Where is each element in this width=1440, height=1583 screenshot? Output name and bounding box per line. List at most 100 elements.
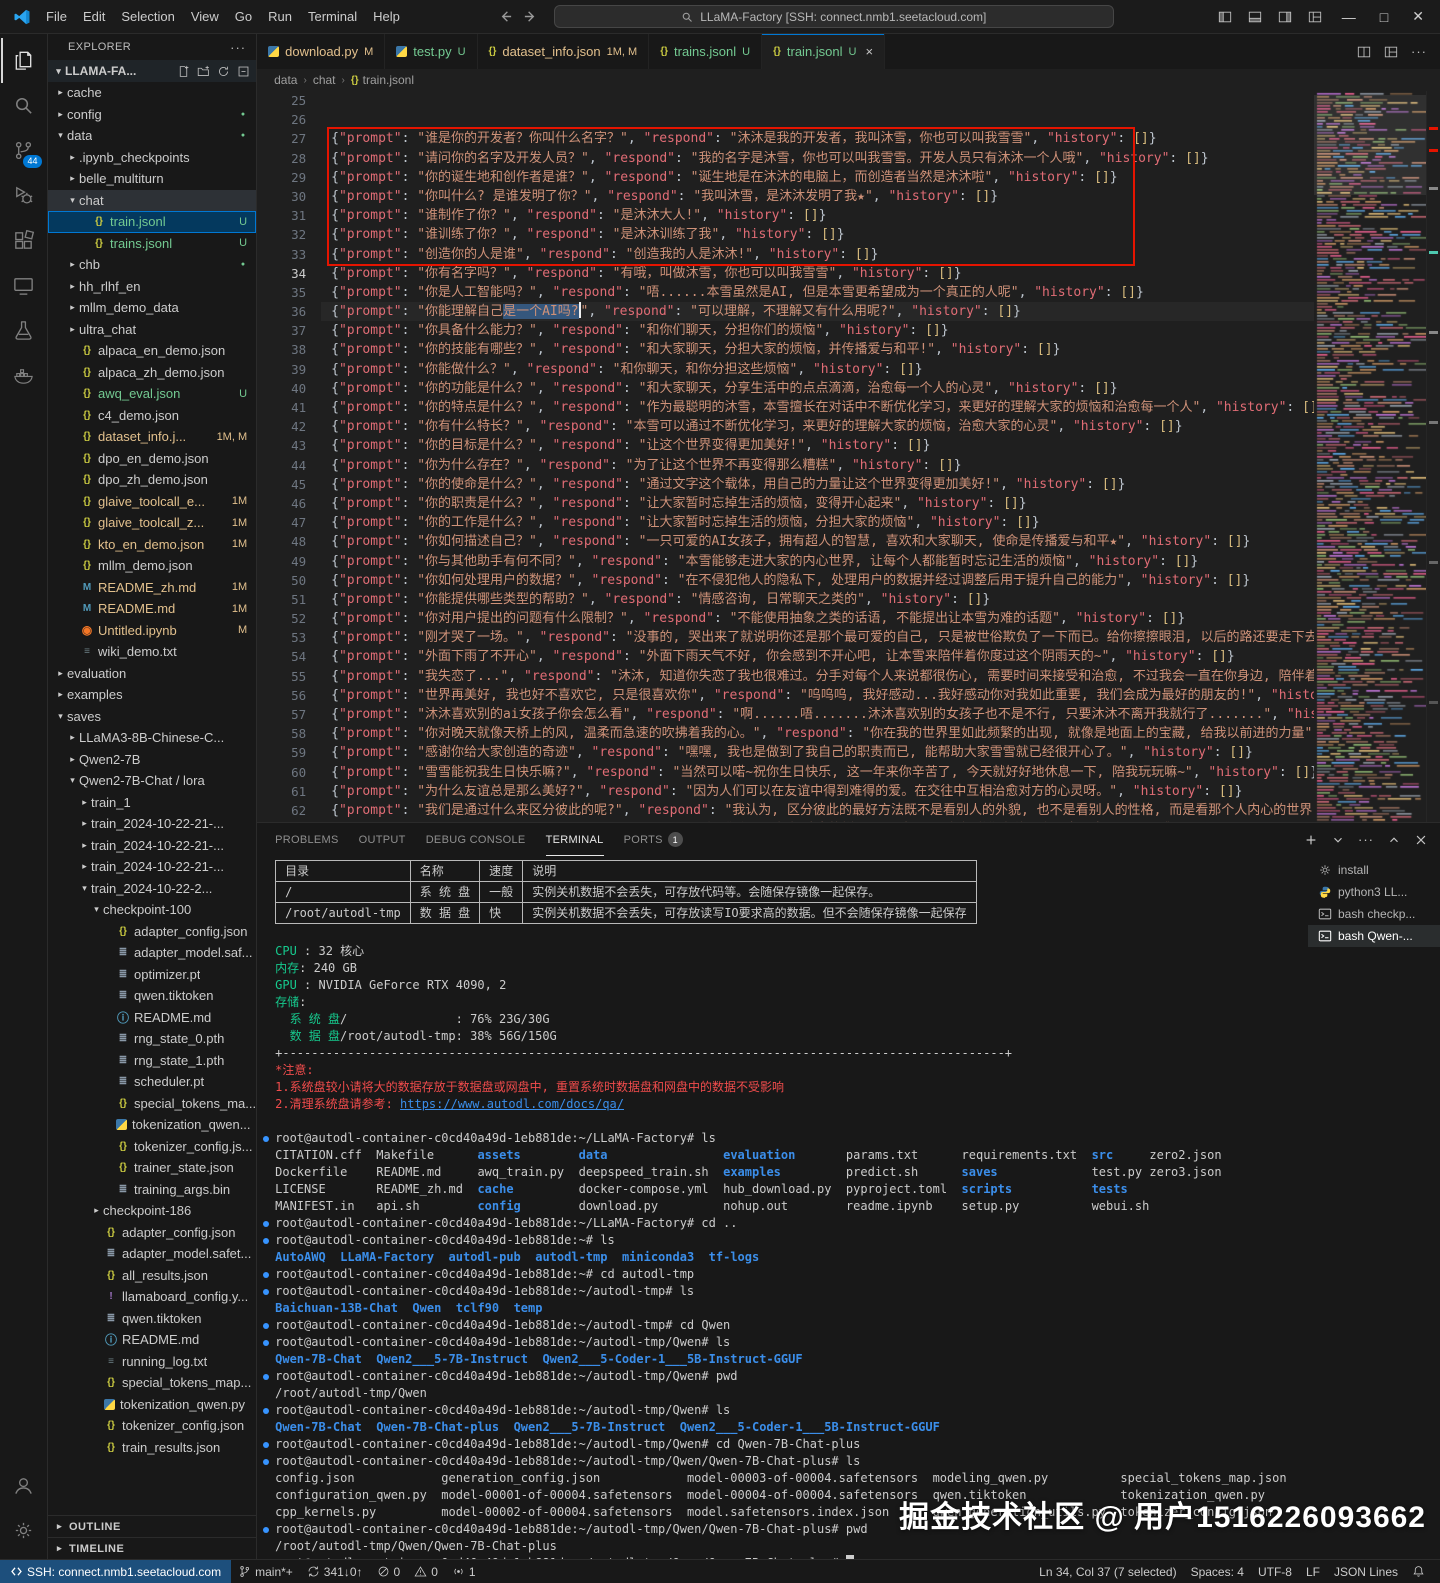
maximize-button[interactable]: □ (1376, 9, 1392, 25)
terminal-tab-bash-Qwen-[interactable]: bash Qwen-... (1308, 925, 1440, 947)
file-optimizer.pt[interactable]: ≣ optimizer.pt (48, 964, 256, 986)
file-rng_state_1.pth[interactable]: ≣ rng_state_1.pth (48, 1050, 256, 1072)
breadcrumb-item-data[interactable]: data (274, 73, 297, 87)
folder-train_2024-10-22-2...[interactable]: ▾ train_2024-10-22-2... (48, 878, 256, 900)
maximize-panel-icon[interactable] (1387, 833, 1401, 847)
folder-Qwen2-7B[interactable]: ▸ Qwen2-7B (48, 749, 256, 771)
code-line[interactable]: {"prompt": "世界再美好, 我也好不喜欢它, 只是很喜欢你", "re… (321, 686, 1314, 705)
file-adapter_model.safet...[interactable]: ≣ adapter_model.safet... (48, 1243, 256, 1265)
tab-dataset_info.json[interactable]: {} dataset_info.json 1M, M (477, 34, 650, 69)
code-line[interactable]: {"prompt": "刚才哭了一场。", "respond": "没事的, 哭… (321, 628, 1314, 647)
panel-tab-problems[interactable]: PROBLEMS (275, 823, 339, 856)
more-actions-icon[interactable]: ··· (1411, 44, 1427, 59)
terminal-link[interactable]: https://www.autodl.com/docs/qa/ (400, 1097, 624, 1111)
code-line[interactable]: {"prompt": "请问你的名字及开发人员？", "respond": "我… (321, 149, 1314, 168)
remote-indicator[interactable]: SSH: connect.nmb1.seetacloud.com (0, 1560, 232, 1583)
tab-trains.jsonl[interactable]: {} trains.jsonl U (649, 34, 763, 69)
status-ports[interactable]: 1 (445, 1560, 483, 1583)
folder-evaluation[interactable]: ▸ evaluation (48, 663, 256, 685)
menu-file[interactable]: File (38, 6, 75, 27)
explorer-icon[interactable] (1, 38, 47, 83)
code-line[interactable]: {"prompt": "我失恋了...", "respond": "沐沐, 知道… (321, 667, 1314, 686)
file-README.md[interactable]: M README.md 1M (48, 598, 256, 620)
folder-checkpoint-100[interactable]: ▾ checkpoint-100 (48, 899, 256, 921)
code-line[interactable]: {"prompt": "你叫什么? 是谁发明了你？", "respond": "… (321, 187, 1314, 206)
code-line[interactable]: {"prompt": "你对晚天就像天桥上的风, 温柔而急速的吹拂着我的心。",… (321, 724, 1314, 743)
testing-icon[interactable] (1, 308, 47, 353)
folder-chb[interactable]: ▸ chb ● (48, 254, 256, 276)
code-line[interactable]: {"prompt": "你的工作是什么？", "respond": "让大家暂时… (321, 513, 1314, 532)
file-README.md[interactable]: ⓘ README.md (48, 1007, 256, 1029)
file-adapter_config.json[interactable]: {} adapter_config.json (48, 921, 256, 943)
menu-go[interactable]: Go (227, 6, 260, 27)
file-dataset_info.j...[interactable]: {} dataset_info.j... 1M, M (48, 426, 256, 448)
outline-section[interactable]: ▸ OUTLINE (48, 1515, 257, 1537)
code-line[interactable]: {"prompt": "你的诞生地和创作者是谁？", "respond": "诞… (321, 168, 1314, 187)
file-llamaboard_config.y...[interactable]: ! llamaboard_config.y... (48, 1286, 256, 1308)
file-glaive_toolcall_e...[interactable]: {} glaive_toolcall_e... 1M (48, 491, 256, 513)
code-line[interactable]: {"prompt": "你能理解自己是一个AI吗? ", "respond": "… (321, 302, 1314, 322)
status-notifications[interactable] (1405, 1560, 1432, 1583)
command-center[interactable]: LLaMA-Factory [SSH: connect.nmb1.seetacl… (553, 5, 1114, 28)
terminal-tab-bash-checkp-[interactable]: bash checkp... (1308, 903, 1440, 925)
file-glaive_toolcall_z...[interactable]: {} glaive_toolcall_z... 1M (48, 512, 256, 534)
folder-train_2024-10-22-21-...[interactable]: ▸ train_2024-10-22-21-... (48, 813, 256, 835)
file-dpo_en_demo.json[interactable]: {} dpo_en_demo.json (48, 448, 256, 470)
folder-train_2024-10-22-21-...[interactable]: ▸ train_2024-10-22-21-... (48, 856, 256, 878)
explorer-more-button[interactable]: ··· (230, 40, 246, 55)
code-line[interactable]: {"prompt": "你能做什么？", "respond": "和你聊天，和你… (321, 360, 1314, 379)
editor[interactable]: 25 26 27 28 29 30 31 32 33 34 35 36 37 38 39 40 41 42 43 44… (257, 91, 1440, 822)
status-sync[interactable]: 341↓0↑ (300, 1560, 370, 1583)
file-kto_en_demo.json[interactable]: {} kto_en_demo.json 1M (48, 534, 256, 556)
folder-checkpoint-186[interactable]: ▸ checkpoint-186 (48, 1200, 256, 1222)
code-line[interactable]: {"prompt": "你为什么存在？", "respond": "为了让这个世… (321, 456, 1314, 475)
terminal-tab-install[interactable]: install (1308, 859, 1440, 881)
terminal-tab-python3-LL-[interactable]: python3 LL... (1308, 881, 1440, 903)
status-branch[interactable]: main*+ (231, 1560, 300, 1583)
file-alpaca_en_demo.json[interactable]: {} alpaca_en_demo.json (48, 340, 256, 362)
panel-tab-debug-console[interactable]: DEBUG CONSOLE (426, 823, 526, 856)
status-cursor-position[interactable]: Ln 34, Col 37 (7 selected) (1032, 1560, 1183, 1583)
code-line[interactable]: {"prompt": "你有名字吗？", "respond": "有哦，叫做沐雪… (321, 264, 1314, 283)
newfile-icon[interactable] (177, 65, 190, 78)
minimize-button[interactable]: — (1338, 9, 1360, 25)
file-qwen.tiktoken[interactable]: ≣ qwen.tiktoken (48, 1308, 256, 1330)
code-line[interactable]: {"prompt": "谁制作了你？", "respond": "是沐沐大人!"… (321, 206, 1314, 225)
folder-ultra_chat[interactable]: ▸ ultra_chat (48, 319, 256, 341)
file-tokenizer_config.json[interactable]: {} tokenizer_config.json (48, 1415, 256, 1437)
file-running_log.txt[interactable]: ≡ running_log.txt (48, 1351, 256, 1373)
code-line[interactable]: {"prompt": "你如何处理用户的数据？", "respond": "在不… (321, 571, 1314, 590)
folder-LLaMA3-8B-Chinese-C...[interactable]: ▸ LLaMA3-8B-Chinese-C... (48, 727, 256, 749)
tab-test.py[interactable]: test.py U (385, 34, 478, 69)
code-line[interactable]: {"prompt": "你能提供哪些类型的帮助？", "respond": "情… (321, 590, 1314, 609)
folder-mllm_demo_data[interactable]: ▸ mllm_demo_data (48, 297, 256, 319)
file-train_results.json[interactable]: {} train_results.json (48, 1437, 256, 1459)
customize-layout-icon[interactable] (1308, 10, 1322, 24)
file-wiki_demo.txt[interactable]: ≡ wiki_demo.txt (48, 641, 256, 663)
toggle-panel-icon[interactable] (1248, 10, 1262, 24)
remote-explorer-icon[interactable] (1, 263, 47, 308)
code-line[interactable]: {"prompt": "为什么友谊总是那么美好?", "respond": "因… (321, 782, 1314, 801)
file-adapter_config.json[interactable]: {} adapter_config.json (48, 1222, 256, 1244)
file-awq_eval.json[interactable]: {} awq_eval.json U (48, 383, 256, 405)
status-warnings[interactable]: 0 (407, 1560, 445, 1583)
menu-selection[interactable]: Selection (113, 6, 182, 27)
breadcrumb-item-train.jsonl[interactable]: {} train.jsonl (351, 73, 414, 87)
menu-terminal[interactable]: Terminal (300, 6, 365, 27)
code-line[interactable]: {"prompt": "谁训练了你？", "respond": "是沐沐训练了我… (321, 225, 1314, 244)
file-adapter_model.saf...[interactable]: ≣ adapter_model.saf... (48, 942, 256, 964)
code-line[interactable]: {"prompt": "你与其他助手有何不同？", "respond": "本雪… (321, 552, 1314, 571)
code-line[interactable]: {"prompt": "你具备什么能力？", "respond": "和你们聊天… (321, 321, 1314, 340)
folder-hh_rlhf_en[interactable]: ▸ hh_rlhf_en (48, 276, 256, 298)
status-errors[interactable]: 0 (370, 1560, 408, 1583)
terminal-output[interactable]: 目录 名称 速度 说明 / 系 统 盘一般 实例关机数据不会丢失，可存放代码等。会随保存镜像… (257, 856, 1308, 1559)
menu-help[interactable]: Help (365, 6, 408, 27)
code-line[interactable]: {"prompt": "创造你的人是谁", "respond": "创造我的人是… (321, 245, 1314, 264)
menu-run[interactable]: Run (260, 6, 300, 27)
code-line[interactable]: {"prompt": "你如何描述自己？", "respond": "一只可爱的… (321, 532, 1314, 551)
file-mllm_demo.json[interactable]: {} mllm_demo.json (48, 555, 256, 577)
account-icon[interactable] (1, 1463, 47, 1508)
project-root[interactable]: ▾ LLAMA-FA... (48, 60, 257, 82)
file-training_args.bin[interactable]: ≣ training_args.bin (48, 1179, 256, 1201)
code-line[interactable]: {"prompt": "你的技能有哪些？", "respond": "和大家聊天… (321, 340, 1314, 359)
